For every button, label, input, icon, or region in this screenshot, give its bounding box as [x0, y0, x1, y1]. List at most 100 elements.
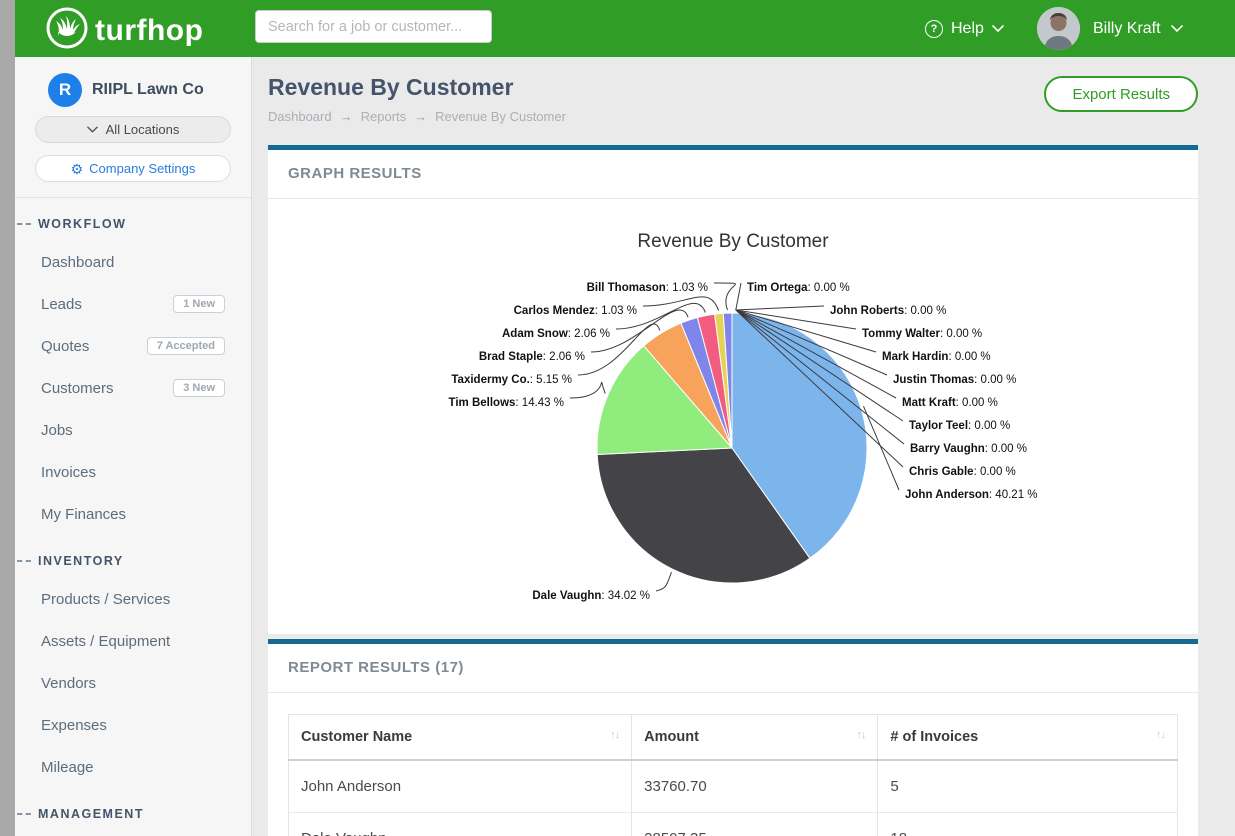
company-name: RIIPL Lawn Co — [92, 81, 204, 99]
sidebar-nav: WORKFLOWDashboardLeads1 NewQuotes7 Accep… — [15, 217, 251, 821]
sidebar-item-label: Invoices — [41, 464, 96, 481]
pie-label-brad-staple: Brad Staple: 2.06 % — [479, 351, 585, 363]
sidebar-divider — [15, 197, 251, 198]
pie-label-tim-bellows: Tim Bellows: 14.43 % — [449, 397, 564, 409]
sidebar-item-label: My Finances — [41, 506, 126, 523]
breadcrumb-item: Revenue By Customer — [435, 109, 566, 124]
page-header: Revenue By Customer Dashboard→Reports→Re… — [252, 57, 1235, 145]
sort-icon[interactable]: ↑↓ — [610, 729, 619, 741]
pie-label-john-roberts: John Roberts: 0.00 % — [830, 305, 946, 317]
company-logo: R — [48, 73, 82, 107]
sort-icon[interactable]: ↑↓ — [1156, 729, 1165, 741]
sidebar-item-dashboard[interactable]: Dashboard — [15, 241, 251, 283]
column-header-of-invoices[interactable]: # of Invoices ↑↓ — [878, 715, 1178, 761]
sidebar-item-my-finances[interactable]: My Finances — [15, 493, 251, 535]
chevron-down-icon — [87, 126, 98, 133]
pie-chart: Revenue By Customer Bill Thomason: 1.03 … — [268, 199, 1198, 634]
gear-icon: ⚙ — [71, 162, 84, 176]
graph-results-heading: GRAPH RESULTS — [268, 150, 1198, 199]
table-cell: 18 — [878, 813, 1178, 836]
graph-results-card: GRAPH RESULTS Revenue By Customer Bill T… — [268, 145, 1198, 634]
help-icon: ? — [925, 20, 943, 38]
sidebar-item-label: Expenses — [41, 717, 107, 734]
pie-label-bill-thomason: Bill Thomason: 1.03 % — [587, 282, 708, 294]
pie-label-taylor-teel: Taylor Teel: 0.00 % — [909, 420, 1010, 432]
sidebar-item-label: Assets / Equipment — [41, 633, 170, 650]
logo-text: turfhop — [95, 14, 203, 48]
pie-slices[interactable] — [597, 313, 867, 583]
sidebar-item-label: Dashboard — [41, 254, 114, 271]
chart-title: Revenue By Customer — [637, 231, 829, 252]
pie-label-chris-gable: Chris Gable: 0.00 % — [909, 466, 1016, 478]
help-menu[interactable]: ? Help — [925, 0, 1004, 57]
company-settings-button[interactable]: ⚙ Company Settings — [35, 155, 231, 182]
location-label: All Locations — [106, 122, 180, 137]
sidebar-item-label: Vendors — [41, 675, 96, 692]
pie-label-dale-vaughn: Dale Vaughn: 34.02 % — [532, 590, 650, 602]
sidebar-item-jobs[interactable]: Jobs — [15, 409, 251, 451]
report-table: Customer Name ↑↓ Amount ↑↓ # of Invoices ↑↓ J… — [288, 714, 1178, 836]
breadcrumb-arrow-icon: → — [414, 109, 427, 124]
breadcrumb-arrow-icon: → — [340, 109, 353, 124]
sidebar-item-label: Jobs — [41, 422, 73, 439]
leader-line — [656, 572, 672, 591]
table-cell: 5 — [878, 760, 1178, 813]
sidebar-item-leads[interactable]: Leads 1 New — [15, 283, 251, 325]
pie-label-taxidermy-co: Taxidermy Co.: 5.15 % — [451, 374, 572, 386]
help-label: Help — [951, 20, 984, 38]
report-table-wrap: Customer Name ↑↓ Amount ↑↓ # of Invoices ↑↓ J… — [268, 693, 1198, 836]
breadcrumb-item[interactable]: Dashboard — [268, 109, 332, 124]
user-avatar[interactable] — [1037, 7, 1080, 50]
sidebar-item-vendors[interactable]: Vendors — [15, 662, 251, 704]
turfhop-logo-icon — [45, 6, 89, 55]
table-row[interactable]: Dale Vaughn28507.3518 — [289, 813, 1178, 836]
user-menu[interactable]: Billy Kraft — [1093, 0, 1183, 57]
sidebar-item-label: Leads — [41, 296, 82, 313]
leader-line — [643, 297, 719, 311]
table-cell: 33760.70 — [632, 760, 878, 813]
column-label: Amount — [644, 729, 699, 745]
export-results-button[interactable]: Export Results — [1044, 76, 1198, 112]
column-header-customer-name[interactable]: Customer Name ↑↓ — [289, 715, 632, 761]
sidebar-item-customers[interactable]: Customers 3 New — [15, 367, 251, 409]
chevron-down-icon — [992, 25, 1004, 32]
nav-section-workflow: WORKFLOWDashboardLeads1 NewQuotes7 Accep… — [15, 217, 251, 535]
sidebar-item-expenses[interactable]: Expenses — [15, 704, 251, 746]
sidebar-badge: 7 Accepted — [147, 337, 225, 355]
nav-section-label: MANAGEMENT — [38, 807, 251, 821]
nav-section-management: MANAGEMENT — [15, 807, 251, 821]
company-row: R RIIPL Lawn Co — [48, 73, 251, 107]
sidebar-item-mileage[interactable]: Mileage — [15, 746, 251, 788]
pie-label-mark-hardin: Mark Hardin: 0.00 % — [882, 351, 991, 363]
report-results-heading: REPORT RESULTS (17) — [268, 644, 1198, 693]
chevron-down-icon — [1171, 25, 1183, 32]
sidebar-badge: 3 New — [173, 379, 225, 397]
search-input[interactable] — [255, 10, 492, 43]
column-label: # of Invoices — [890, 729, 978, 745]
column-header-amount[interactable]: Amount ↑↓ — [632, 715, 878, 761]
report-results-card: REPORT RESULTS (17) Customer Name↑↓Amoun… — [268, 639, 1198, 836]
sidebar-item-quotes[interactable]: Quotes7 Accepted — [15, 325, 251, 367]
pie-label-tim-ortega: Tim Ortega: 0.00 % — [747, 282, 850, 294]
sort-icon[interactable]: ↑↓ — [856, 729, 865, 741]
sidebar-item-assets-equipment[interactable]: Assets / Equipment — [15, 620, 251, 662]
logo[interactable]: turfhop — [45, 6, 203, 55]
sidebar-badge: 1 New — [173, 295, 225, 313]
sidebar-item-invoices[interactable]: Invoices — [15, 451, 251, 493]
breadcrumb-item[interactable]: Reports — [361, 109, 407, 124]
location-selector[interactable]: All Locations — [35, 116, 231, 143]
pie-label-matt-kraft: Matt Kraft: 0.00 % — [902, 397, 998, 409]
pie-label-carlos-mendez: Carlos Mendez: 1.03 % — [514, 305, 637, 317]
sidebar-item-products-services[interactable]: Products / Services — [15, 578, 251, 620]
user-name: Billy Kraft — [1093, 20, 1161, 38]
topbar: turfhop ? Help Billy Kraft — [15, 0, 1235, 57]
table-row[interactable]: John Anderson33760.705 — [289, 760, 1178, 813]
pie-label-adam-snow: Adam Snow: 2.06 % — [502, 328, 610, 340]
leader-line — [736, 283, 741, 310]
window-edge-strip — [0, 0, 15, 836]
leader-line — [864, 406, 900, 490]
pie-label-john-anderson: John Anderson: 40.21 % — [905, 489, 1038, 501]
sidebar-item-label: Customers — [41, 380, 114, 397]
column-label: Customer Name — [301, 729, 412, 745]
pie-label-tommy-walter: Tommy Walter: 0.00 % — [862, 328, 982, 340]
